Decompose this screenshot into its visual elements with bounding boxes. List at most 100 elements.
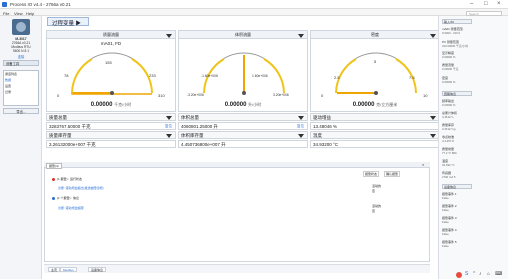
drive-gain-label[interactable]: 驱动增益 <box>310 113 440 121</box>
property-value: False <box>442 244 449 248</box>
network-icon[interactable]: ⌂ <box>487 271 490 277</box>
channel-item[interactable]: 记录 <box>4 89 38 95</box>
left-panel: M-3017 2766A v0.21 Modbus RTU 9600 N 8 1… <box>0 16 42 279</box>
property-item: 报警事件 1 False <box>442 192 506 200</box>
tab-modbus[interactable]: Modbus <box>60 267 77 272</box>
property-value: 4.45 E7 L <box>442 115 454 119</box>
gauge-dial <box>335 52 417 95</box>
gauge-dial <box>71 52 153 95</box>
reading-unit: 克/立方厘米 <box>376 102 398 107</box>
gauge-reading: 0.00000 千克/小时 <box>47 102 175 108</box>
alarm-item[interactable]: 诊断: 驱动增益超限 <box>58 206 84 210</box>
tick-label: 78 <box>64 73 69 78</box>
reading-unit: 升/小时 <box>248 102 262 107</box>
reading-unit: 千克/小时 <box>114 102 132 107</box>
drive-gain-value: 13.48046 % <box>310 122 440 130</box>
chevron-down-icon[interactable] <box>166 134 172 138</box>
chevron-down-icon[interactable] <box>298 134 304 138</box>
chevron-down-icon[interactable] <box>166 33 172 38</box>
alarm-group[interactable]: (1 个报警) : 信息 <box>52 196 79 200</box>
app-tray-icon[interactable] <box>456 272 462 278</box>
close-icon[interactable]: × <box>422 162 424 167</box>
tick-label: 5 <box>374 59 377 64</box>
filter-alarm-status[interactable]: 报警状态 <box>363 171 380 177</box>
device-info-line: 9600 N 8 1 <box>12 49 30 53</box>
gauge-header[interactable]: 质量流量 <box>47 31 175 39</box>
alarm-tab[interactable]: 报警(4) <box>46 163 62 169</box>
chevron-down-icon[interactable] <box>430 33 436 38</box>
alarm-group-title: (1 报警) : 运行状态 <box>57 177 83 181</box>
section-device-info[interactable]: 设备信息 <box>442 184 472 189</box>
gauge-mass-flow: 质量流量 mA01, FD 78 155 233 0 310 0.00000 千… <box>46 30 176 112</box>
temperature-label[interactable]: 温度 <box>310 131 440 139</box>
gauge-volume-flow: 体积流量 -1.60e+006 1.60e+006 -3.20e+006 3.2… <box>178 30 308 112</box>
info-value: 3283767.50000 千克 <box>49 124 91 129</box>
alarm-ack: 否 <box>372 209 376 213</box>
error-icon <box>52 177 55 181</box>
device-tools-header[interactable]: 设备工具 <box>3 60 39 66</box>
section-loop-info[interactable]: 回路信息 <box>442 91 472 96</box>
mass-inventory-label[interactable]: 质量库存量 <box>46 131 176 139</box>
property-value: 0.0000 - 310.0 <box>442 31 461 35</box>
tick-label: 7.5 <box>409 75 415 80</box>
tick-label: 0 <box>57 93 60 98</box>
property-item: 质量流量 0.00000 千克 <box>442 63 506 71</box>
close-icon[interactable]: × <box>497 1 501 7</box>
window-title: Process IO v4.4 - 2766a v0.21 <box>10 2 71 7</box>
chevron-down-icon[interactable] <box>166 116 172 120</box>
channel-list: 通道列表 数据 设置 记录 <box>3 70 39 106</box>
property-value: 0.00000 千克 <box>442 67 459 71</box>
reset-link[interactable]: 复位 <box>165 123 172 130</box>
chevron-down-icon[interactable] <box>298 33 304 38</box>
info-icon <box>52 196 55 200</box>
property-value: 34.932 °C <box>442 163 455 167</box>
property-value: 2700 mA 5 <box>442 175 456 179</box>
connect-link[interactable]: 连接 <box>0 54 42 59</box>
right-panel: 输入/IO mA01 测量范围 0.0000 - 310.0 PV 测量范围 310… <box>438 16 508 279</box>
mass-total-label[interactable]: 质量总量 <box>46 113 176 121</box>
alarm-panel-header: 报警(4) × <box>44 162 430 169</box>
maximize-icon[interactable]: □ <box>484 1 488 7</box>
volume-total-label[interactable]: 体积总量 <box>178 113 308 121</box>
reset-link[interactable]: 复位 <box>297 123 304 130</box>
tab-home[interactable]: 主页 <box>48 267 61 272</box>
chevron-down-icon[interactable] <box>298 116 304 120</box>
tab-device-info[interactable]: 设备信息 <box>88 267 107 272</box>
filter-ack-alarm[interactable]: 确认报警 <box>384 171 401 177</box>
sogou-icon[interactable]: S <box>465 271 468 277</box>
alarm-item[interactable]: 诊断: 驱动增益超出(发送故障诊断) <box>58 186 104 190</box>
property-value: 4.4.457.8 <box>442 139 454 143</box>
property-item: 质量常量 77.2 °F Bbh <box>442 147 506 155</box>
tab-label: 过程变量 <box>52 21 75 27</box>
property-item: mA01 测量范围 0.0000 - 310.0 <box>442 27 506 35</box>
menu-help[interactable]: Help <box>26 11 34 16</box>
keyboard-icon[interactable]: ⌨ <box>495 271 502 277</box>
section-io[interactable]: 输入/IO <box>442 19 472 24</box>
info-label: 质量库存量 <box>49 133 72 138</box>
alarm-group[interactable]: (1 报警) : 运行状态 <box>52 177 82 181</box>
export-button[interactable]: 导出... <box>3 108 39 114</box>
gauge-header[interactable]: 体积流量 <box>179 31 307 39</box>
volume-icon[interactable]: ♪ <box>479 271 482 277</box>
chevron-down-icon[interactable] <box>430 134 436 138</box>
gauge-density: 密度 2.5 5 7.5 0 10 0.00000 克/立方厘米 <box>310 30 440 112</box>
alarm-group-title: (1 个报警) : 信息 <box>57 196 80 200</box>
property-item: 质量库存 3.26 E7 kg <box>442 123 506 131</box>
property-value: False <box>442 208 449 212</box>
gauge-title: 密度 <box>371 32 379 37</box>
property-item: 零点校准 4.4.457.8 <box>442 135 506 143</box>
volume-inventory-label[interactable]: 体积库存量 <box>178 131 308 139</box>
chevron-up-icon[interactable]: ⌃ <box>472 271 476 277</box>
info-value: 3.26132000e+007 千克 <box>49 142 96 147</box>
volume-total-value: 4060801.25000 升 复位 <box>178 122 308 130</box>
property-value: False <box>442 220 449 224</box>
gauge-header[interactable]: 密度 <box>311 31 439 39</box>
property-value: 0.00000 % <box>442 55 456 59</box>
property-value: False <box>442 196 449 200</box>
chevron-down-icon[interactable] <box>430 116 436 120</box>
tab-process-variables[interactable]: 过程变量 ▶ <box>47 17 89 27</box>
menu-file[interactable]: File <box>3 11 9 16</box>
minimize-icon[interactable]: – <box>470 1 473 7</box>
menu-view[interactable]: View <box>14 11 23 16</box>
volume-inventory-value: 4.450736800e+007 升 <box>178 140 308 148</box>
